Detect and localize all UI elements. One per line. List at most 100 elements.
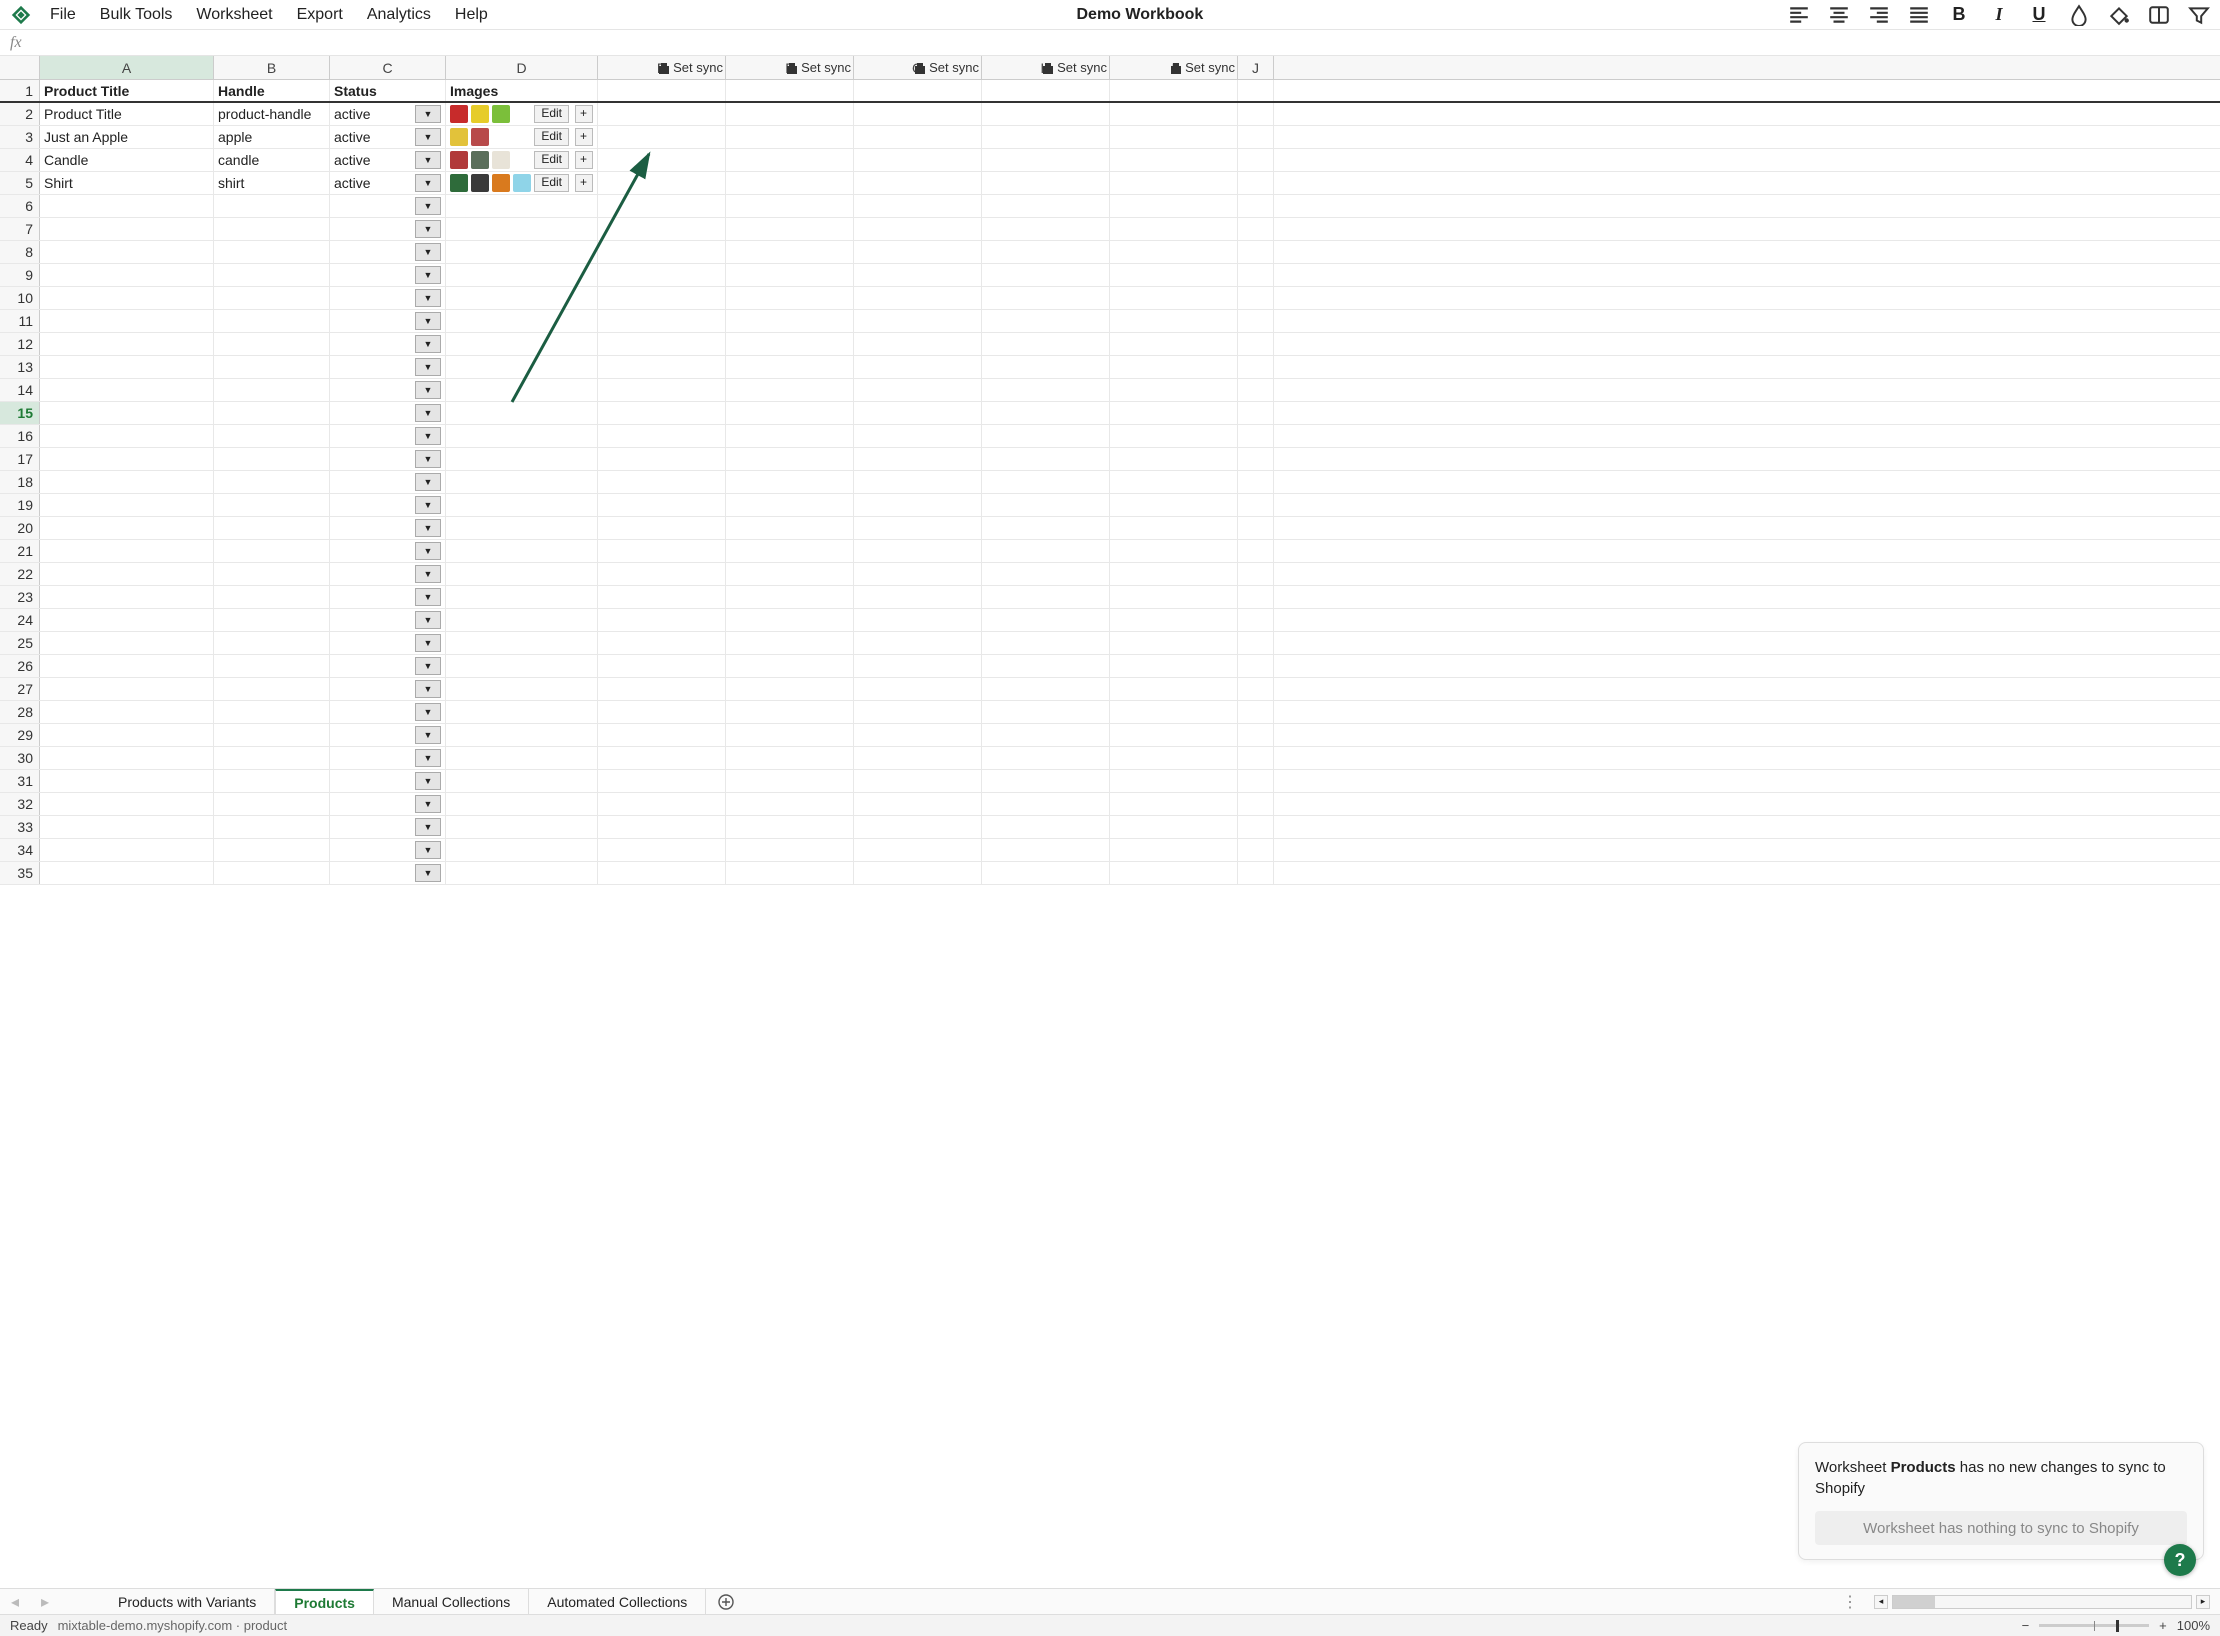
menu-file[interactable]: File — [50, 6, 76, 24]
cell[interactable] — [214, 195, 330, 217]
cell[interactable] — [1238, 172, 1274, 194]
align-justify-icon[interactable] — [1908, 4, 1930, 26]
cell[interactable]: ▼ — [330, 402, 446, 424]
cell[interactable]: ▼ — [330, 632, 446, 654]
cell[interactable]: ▼ — [330, 586, 446, 608]
cell[interactable] — [446, 517, 598, 539]
zoom-slider[interactable] — [2039, 1624, 2149, 1627]
cell[interactable] — [1110, 563, 1238, 585]
cell[interactable] — [726, 793, 854, 815]
tab-products-with-variants[interactable]: Products with Variants — [100, 1589, 275, 1614]
status-dropdown[interactable]: ▼ — [415, 404, 441, 422]
row-header[interactable]: 16 — [0, 425, 40, 447]
cell[interactable] — [1110, 402, 1238, 424]
cell[interactable] — [446, 701, 598, 723]
cell[interactable] — [598, 241, 726, 263]
cell[interactable]: active▼ — [330, 172, 446, 194]
cell[interactable] — [40, 218, 214, 240]
cell[interactable] — [446, 471, 598, 493]
zoom-plus[interactable]: + — [2159, 1618, 2167, 1633]
cell[interactable] — [1238, 609, 1274, 631]
cell[interactable] — [598, 540, 726, 562]
cell[interactable] — [726, 540, 854, 562]
cell[interactable] — [726, 632, 854, 654]
cell[interactable] — [854, 770, 982, 792]
status-dropdown[interactable]: ▼ — [415, 726, 441, 744]
cell[interactable] — [40, 609, 214, 631]
cell[interactable] — [726, 494, 854, 516]
add-sheet-button[interactable] — [706, 1589, 746, 1614]
cell[interactable]: active▼ — [330, 103, 446, 125]
cell[interactable] — [726, 586, 854, 608]
cell[interactable] — [854, 379, 982, 401]
cell[interactable]: ▼ — [330, 264, 446, 286]
cell[interactable] — [446, 402, 598, 424]
image-thumbnail[interactable] — [471, 174, 489, 192]
add-image-button[interactable]: + — [575, 174, 593, 192]
cell[interactable] — [598, 471, 726, 493]
cell[interactable]: ▼ — [330, 540, 446, 562]
status-dropdown[interactable]: ▼ — [415, 335, 441, 353]
row-header[interactable]: 9 — [0, 264, 40, 286]
cell[interactable] — [40, 195, 214, 217]
status-dropdown[interactable]: ▼ — [415, 105, 441, 123]
cell[interactable] — [214, 862, 330, 884]
cell[interactable] — [598, 701, 726, 723]
cell[interactable] — [726, 241, 854, 263]
cell[interactable] — [982, 218, 1110, 240]
cell[interactable]: ▼ — [330, 862, 446, 884]
cell[interactable] — [1238, 563, 1274, 585]
cell[interactable] — [982, 655, 1110, 677]
status-dropdown[interactable]: ▼ — [415, 542, 441, 560]
row-header[interactable]: 15 — [0, 402, 40, 424]
cell[interactable] — [982, 310, 1110, 332]
cell[interactable] — [40, 471, 214, 493]
cell[interactable] — [214, 770, 330, 792]
cell[interactable] — [40, 701, 214, 723]
cell[interactable] — [446, 287, 598, 309]
cell[interactable] — [40, 356, 214, 378]
cell[interactable] — [854, 264, 982, 286]
cell[interactable]: Edit+ — [446, 126, 598, 148]
row-header[interactable]: 20 — [0, 517, 40, 539]
cell[interactable] — [40, 862, 214, 884]
row-header[interactable]: 1 — [0, 80, 40, 101]
column-header-f[interactable]: F Set sync — [726, 56, 854, 79]
status-dropdown[interactable]: ▼ — [415, 312, 441, 330]
cell[interactable] — [982, 149, 1110, 171]
row-header[interactable]: 24 — [0, 609, 40, 631]
cell[interactable] — [598, 149, 726, 171]
cell[interactable] — [982, 793, 1110, 815]
cell[interactable] — [214, 701, 330, 723]
cell[interactable] — [854, 126, 982, 148]
cell[interactable] — [1238, 402, 1274, 424]
cell[interactable] — [446, 448, 598, 470]
cell[interactable] — [1238, 862, 1274, 884]
cell[interactable]: active▼ — [330, 126, 446, 148]
status-dropdown[interactable]: ▼ — [415, 427, 441, 445]
cell[interactable] — [40, 839, 214, 861]
cell[interactable] — [40, 287, 214, 309]
cell[interactable] — [1110, 816, 1238, 838]
cell[interactable] — [214, 218, 330, 240]
column-header-c[interactable]: C — [330, 56, 446, 79]
cell[interactable] — [214, 793, 330, 815]
cell[interactable] — [1238, 264, 1274, 286]
cell[interactable] — [40, 517, 214, 539]
cell[interactable] — [726, 149, 854, 171]
cell[interactable] — [446, 609, 598, 631]
add-image-button[interactable]: + — [575, 128, 593, 146]
cell[interactable] — [1238, 747, 1274, 769]
cell[interactable] — [214, 747, 330, 769]
cell[interactable]: ▼ — [330, 241, 446, 263]
cell[interactable] — [446, 310, 598, 332]
cell[interactable] — [1238, 287, 1274, 309]
cell[interactable] — [214, 839, 330, 861]
cell[interactable] — [726, 448, 854, 470]
cell[interactable] — [1238, 793, 1274, 815]
cell[interactable] — [1238, 333, 1274, 355]
cell[interactable] — [40, 241, 214, 263]
cell[interactable] — [446, 494, 598, 516]
cell[interactable] — [446, 356, 598, 378]
cell[interactable] — [1238, 678, 1274, 700]
